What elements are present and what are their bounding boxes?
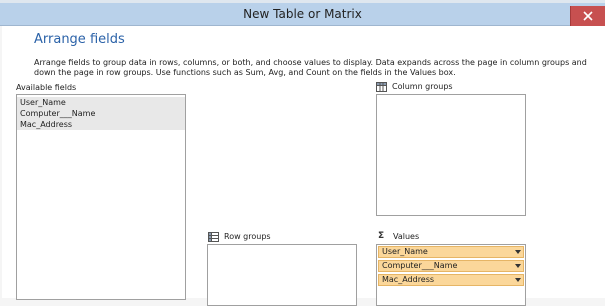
page-heading: Arrange fields [34,32,125,47]
row-groups-drop-area[interactable] [207,244,357,306]
column-groups-label: Column groups [392,82,453,91]
value-item-label: Mac_Address [382,275,435,284]
available-field-item[interactable]: Mac_Address [17,119,185,130]
row-groups-label: Row groups [224,232,271,241]
window-title: New Table or Matrix [243,7,362,21]
available-field-item[interactable]: User_Name [17,97,185,108]
available-fields-list[interactable]: User_Name Computer___Name Mac_Address [16,94,186,300]
sigma-icon: Σ [378,231,385,241]
row-groups-icon [208,232,219,242]
value-item-label: Computer___Name [382,261,458,270]
dialog-content: Arrange fields Arrange fields to group d… [2,26,605,306]
values-drop-area[interactable]: User_Name Computer___Name Mac_Address [376,244,526,306]
chevron-down-icon[interactable] [515,278,521,282]
close-icon [583,11,593,21]
instructions-text: Arrange fields to group data in rows, co… [34,58,587,77]
value-item[interactable]: User_Name [378,246,524,258]
title-bar: New Table or Matrix [0,3,605,26]
values-label: Values [393,232,420,241]
value-item[interactable]: Computer___Name [378,260,524,272]
chevron-down-icon[interactable] [515,250,521,254]
value-item-label: User_Name [382,247,428,256]
available-field-item[interactable]: Computer___Name [17,108,185,119]
available-fields-label: Available fields [16,83,77,92]
close-button[interactable] [570,6,605,26]
chevron-down-icon[interactable] [515,264,521,268]
column-groups-icon [376,82,387,92]
column-groups-drop-area[interactable] [376,94,526,216]
value-item[interactable]: Mac_Address [378,274,524,286]
